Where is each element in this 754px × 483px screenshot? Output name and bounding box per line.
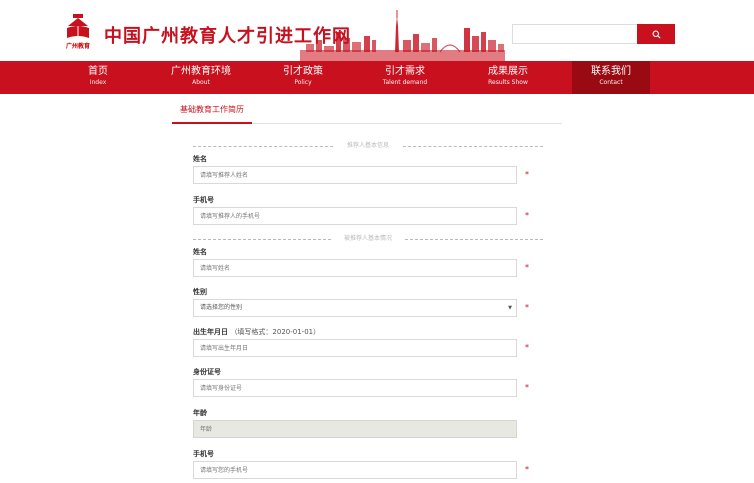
nav-item-label: 首页: [88, 66, 108, 77]
field-label: 姓名: [193, 155, 207, 163]
nav-item-sublabel: Index: [89, 79, 107, 86]
nav-item-sublabel: Talent demand: [382, 79, 428, 86]
site-header: 广州教育 中国广州教育人才引进工作网: [0, 0, 754, 61]
search-button[interactable]: [637, 24, 675, 44]
tab-basic-education-resume[interactable]: 基础教育工作简历: [172, 101, 252, 124]
gender-select-value: 请选择您的性别: [200, 304, 243, 311]
gender-select[interactable]: 请选择您的性别 ▼: [193, 299, 517, 317]
search-input[interactable]: [512, 24, 638, 44]
logo-text: 广州教育: [65, 43, 90, 50]
age-input: [193, 420, 517, 438]
nav-item-sublabel: Contact: [599, 79, 623, 86]
birthdate-label: 出生年月日: [193, 328, 228, 336]
recommender-phone-input[interactable]: [193, 207, 517, 225]
nav-item-about[interactable]: 广州教育环境 About: [165, 61, 237, 94]
recommender-name-input[interactable]: [193, 166, 517, 184]
nav-item-results-show[interactable]: 成果展示 Results Show: [476, 61, 540, 94]
field-label: 手机号: [193, 196, 214, 204]
chevron-down-icon: ▼: [508, 305, 512, 311]
main-nav: 首页 Index 广州教育环境 About 引才政策 Policy 引才需求 T…: [0, 61, 754, 94]
nav-item-label: 联系我们: [591, 66, 631, 77]
required-mark: *: [525, 465, 529, 474]
section-divider-candidate: 被推荐人基本情况: [193, 234, 543, 244]
field-label: 身份证号: [193, 368, 221, 376]
field-label: 年龄: [193, 409, 207, 417]
birthdate-input[interactable]: [193, 339, 517, 357]
required-mark: *: [525, 383, 529, 392]
id-number-input[interactable]: [193, 379, 517, 397]
nav-item-label: 广州教育环境: [171, 66, 231, 77]
nav-item-sublabel: Policy: [294, 79, 312, 86]
required-mark: *: [525, 263, 529, 272]
field-label: 性别: [193, 288, 207, 296]
section-title: 推荐人基本信息: [346, 142, 389, 149]
nav-item-label: 引才需求: [385, 66, 425, 77]
nav-item-index[interactable]: 首页 Index: [71, 61, 125, 94]
education-logo-icon: [67, 14, 89, 38]
section-title: 被推荐人基本情况: [343, 235, 392, 242]
nav-item-talent-demand[interactable]: 引才需求 Talent demand: [372, 61, 438, 94]
phone-input[interactable]: [193, 461, 517, 479]
field-label: 手机号: [193, 450, 214, 458]
required-mark: *: [525, 211, 529, 220]
nav-item-label: 引才政策: [283, 66, 323, 77]
nav-item-contact[interactable]: 联系我们 Contact: [572, 61, 650, 94]
required-mark: *: [525, 303, 529, 312]
site-logo[interactable]: 广州教育: [58, 14, 98, 52]
nav-item-sublabel: About: [192, 79, 210, 86]
field-label: 出生年月日 （填写格式：2020-01-01）: [193, 327, 320, 337]
nav-item-sublabel: Results Show: [488, 79, 528, 86]
tab-bar: 基础教育工作简历: [172, 101, 562, 124]
nav-item-label: 成果展示: [488, 66, 528, 77]
search-icon: [652, 30, 660, 38]
name-input[interactable]: [193, 259, 517, 277]
field-label: 姓名: [193, 248, 207, 256]
birthdate-format-hint: （填写格式：2020-01-01）: [230, 328, 321, 336]
section-divider-recommender: 推荐人基本信息: [193, 141, 543, 151]
city-skyline-graphic: [300, 10, 505, 61]
required-mark: *: [525, 170, 529, 179]
nav-item-policy[interactable]: 引才政策 Policy: [272, 61, 334, 94]
required-mark: *: [525, 343, 529, 352]
